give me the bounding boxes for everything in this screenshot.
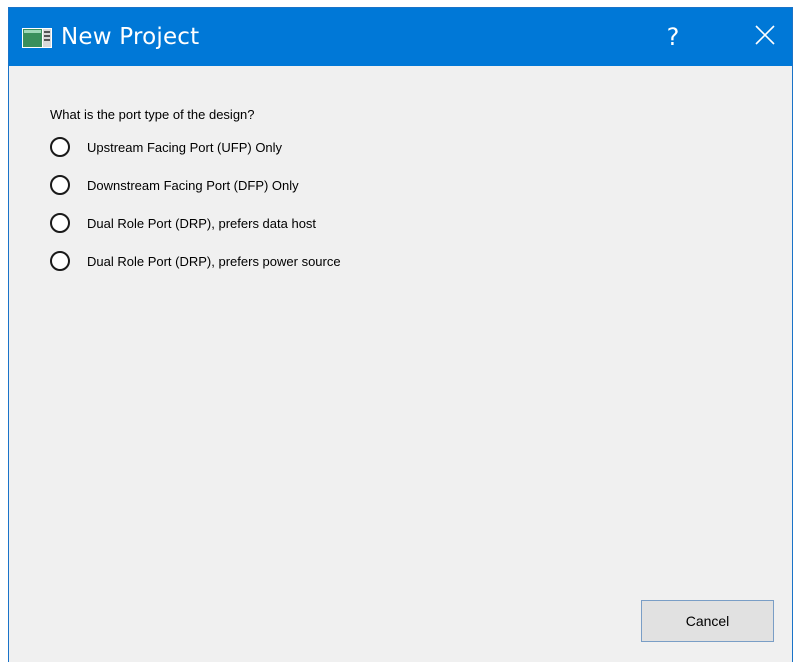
new-project-dialog: New Project ? What is the port type of t… bbox=[8, 7, 793, 662]
option-drp-power-source[interactable]: Dual Role Port (DRP), prefers power sour… bbox=[50, 248, 341, 274]
option-label: Dual Role Port (DRP), prefers data host bbox=[87, 215, 317, 231]
radio-button[interactable] bbox=[50, 213, 70, 233]
option-label: Downstream Facing Port (DFP) Only bbox=[87, 177, 299, 193]
help-button[interactable]: ? bbox=[642, 8, 704, 66]
close-icon bbox=[755, 24, 775, 50]
option-label: Upstream Facing Port (UFP) Only bbox=[87, 139, 283, 155]
dialog-content: What is the port type of the design? Ups… bbox=[9, 66, 792, 663]
radio-button[interactable] bbox=[50, 251, 70, 271]
option-drp-data-host[interactable]: Dual Role Port (DRP), prefers data host bbox=[50, 210, 316, 236]
cancel-button[interactable]: Cancel bbox=[641, 600, 774, 642]
app-icon bbox=[22, 28, 52, 48]
option-dfp-only[interactable]: Downstream Facing Port (DFP) Only bbox=[50, 172, 299, 198]
radio-button[interactable] bbox=[50, 175, 70, 195]
close-button[interactable] bbox=[734, 8, 796, 66]
option-ufp-only[interactable]: Upstream Facing Port (UFP) Only bbox=[50, 134, 282, 160]
option-label: Dual Role Port (DRP), prefers power sour… bbox=[87, 253, 341, 269]
port-type-question: What is the port type of the design? bbox=[50, 107, 255, 122]
radio-button[interactable] bbox=[50, 137, 70, 157]
dialog-title: New Project bbox=[61, 24, 200, 50]
title-bar[interactable]: New Project ? bbox=[9, 8, 792, 66]
help-icon: ? bbox=[666, 23, 680, 51]
